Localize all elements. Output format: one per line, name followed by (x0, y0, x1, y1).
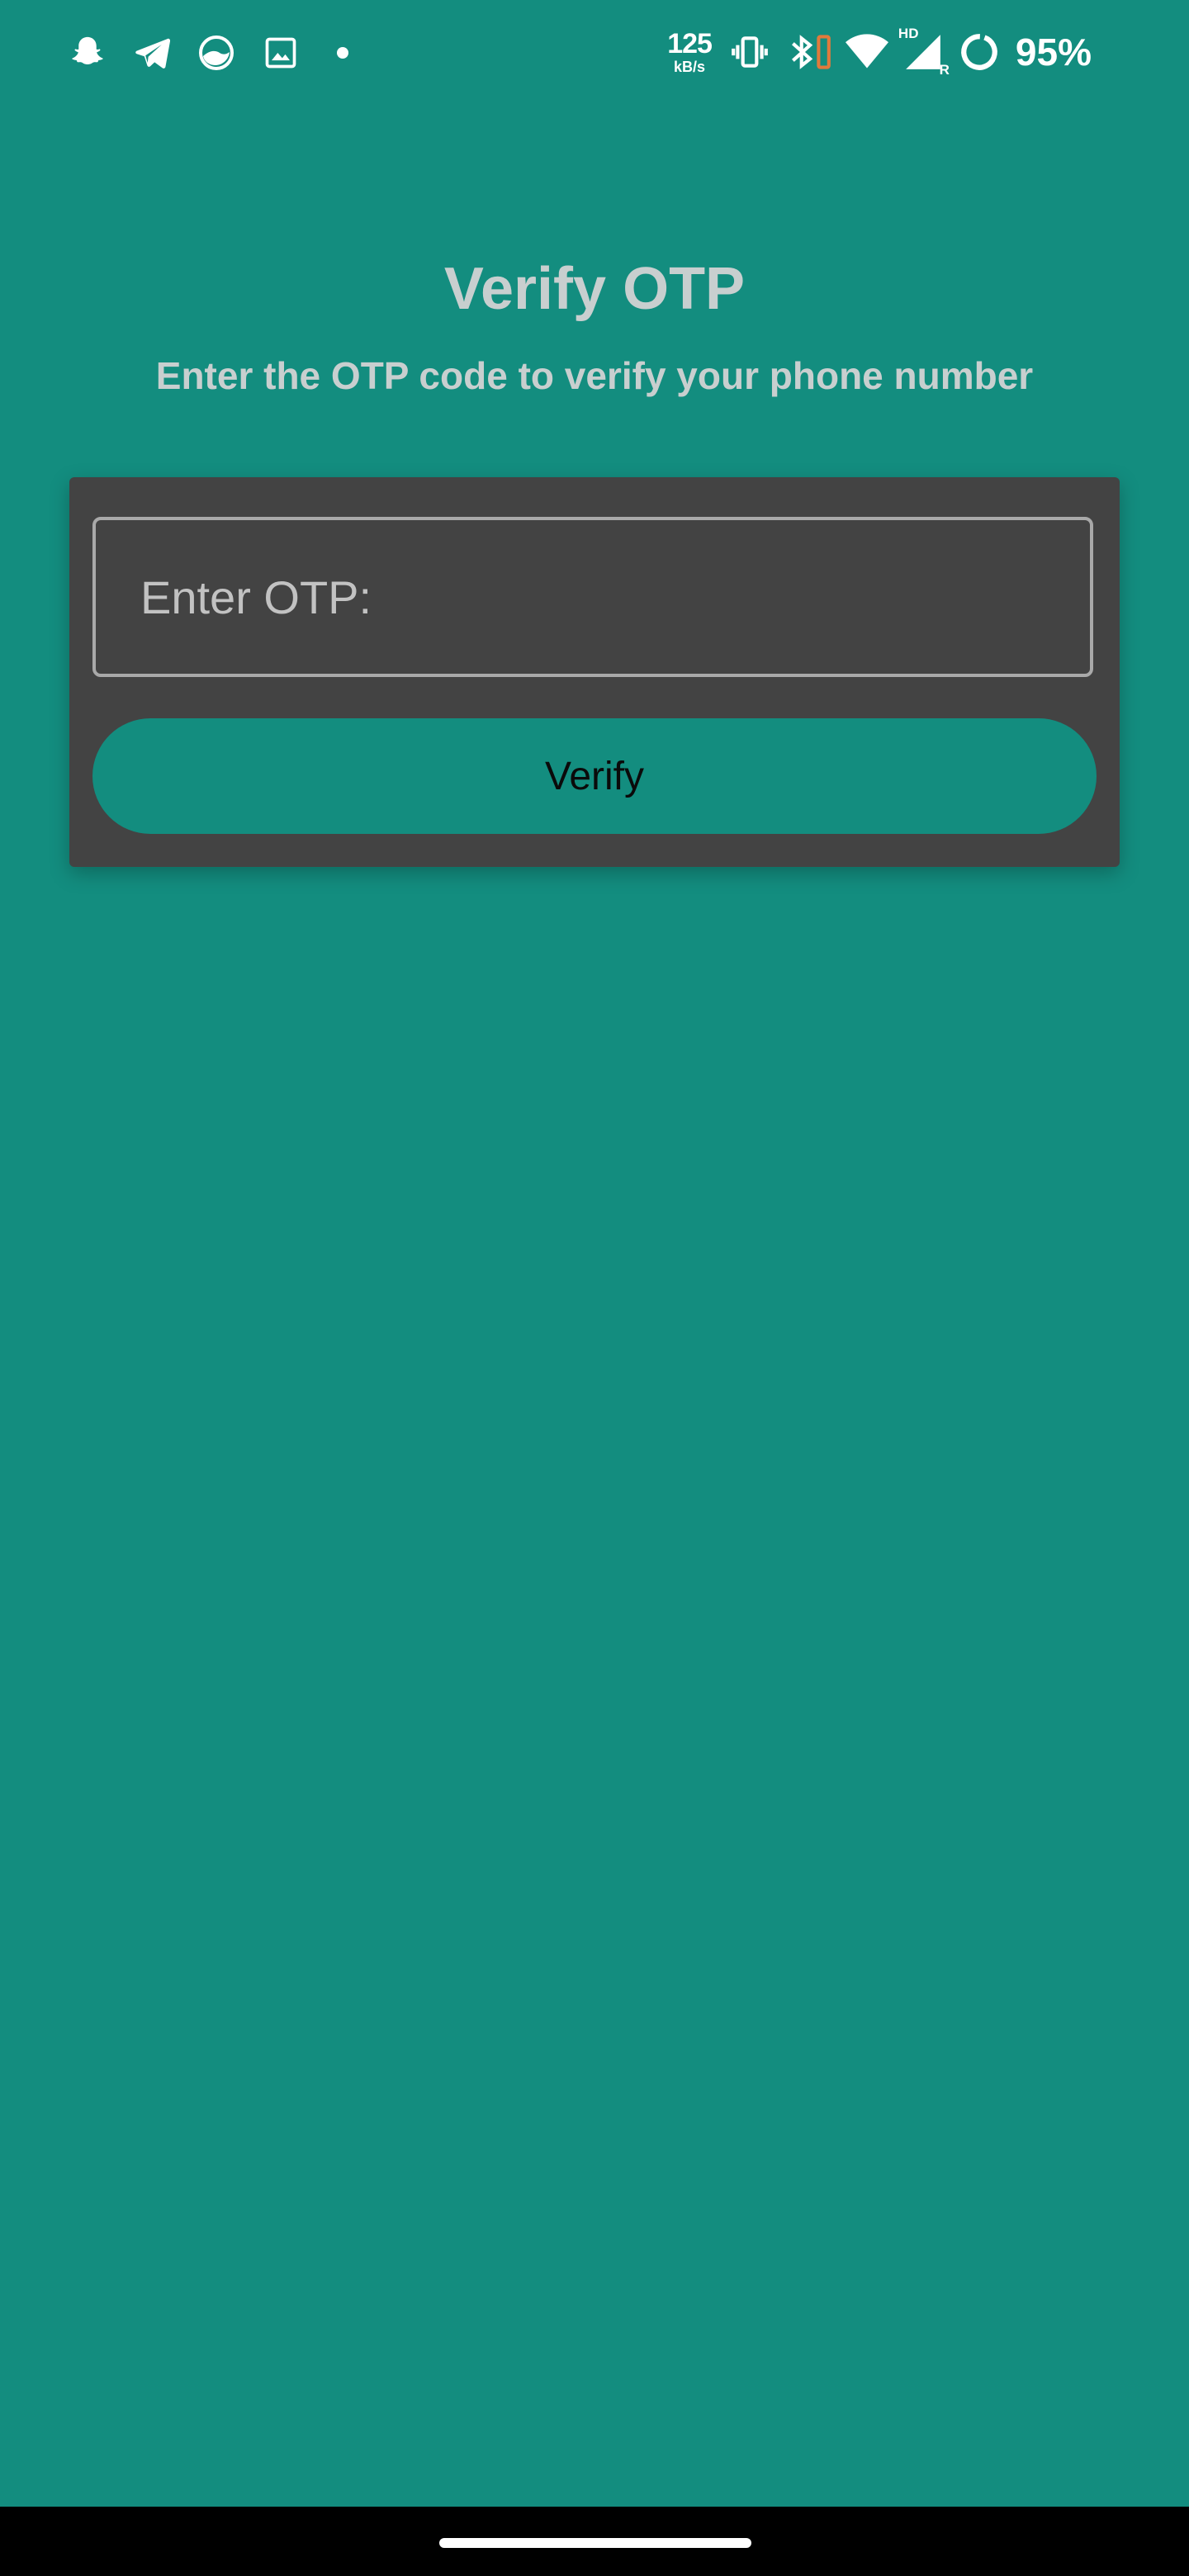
battery-ring-icon (958, 31, 1001, 73)
status-bar: 125 kB/s HD R 95% (0, 0, 1189, 104)
otp-card: Verify (69, 477, 1120, 867)
vibrate-icon (728, 31, 771, 73)
otp-input[interactable] (92, 517, 1093, 677)
battery-percent: 95% (1015, 31, 1092, 73)
screen: 125 kB/s HD R 95% Verify OTP Enter the O… (0, 0, 1189, 2576)
app-icon (195, 31, 238, 74)
bluetooth-battery-icon (783, 31, 834, 73)
cellular-signal-icon: HD R (898, 26, 950, 78)
verify-button[interactable]: Verify (92, 718, 1097, 834)
gallery-icon (259, 31, 302, 74)
snapchat-icon (66, 31, 109, 74)
home-indicator[interactable] (439, 2538, 751, 2548)
network-speed-value: 125 (667, 28, 713, 59)
network-speed: 125 kB/s (667, 28, 713, 75)
network-speed-unit: kB/s (674, 59, 706, 75)
more-notifications-dot (337, 47, 348, 59)
page-title: Verify OTP (443, 256, 746, 322)
notification-icons (66, 30, 348, 76)
hd-label: HD (898, 26, 919, 41)
wifi-icon (845, 31, 888, 73)
telegram-icon (130, 31, 173, 74)
navigation-bar (0, 2507, 1189, 2576)
page-subtitle: Enter the OTP code to verify your phone … (155, 354, 1034, 397)
system-icons: 125 kB/s HD R 95% (667, 25, 1092, 79)
roaming-label: R (939, 62, 950, 78)
